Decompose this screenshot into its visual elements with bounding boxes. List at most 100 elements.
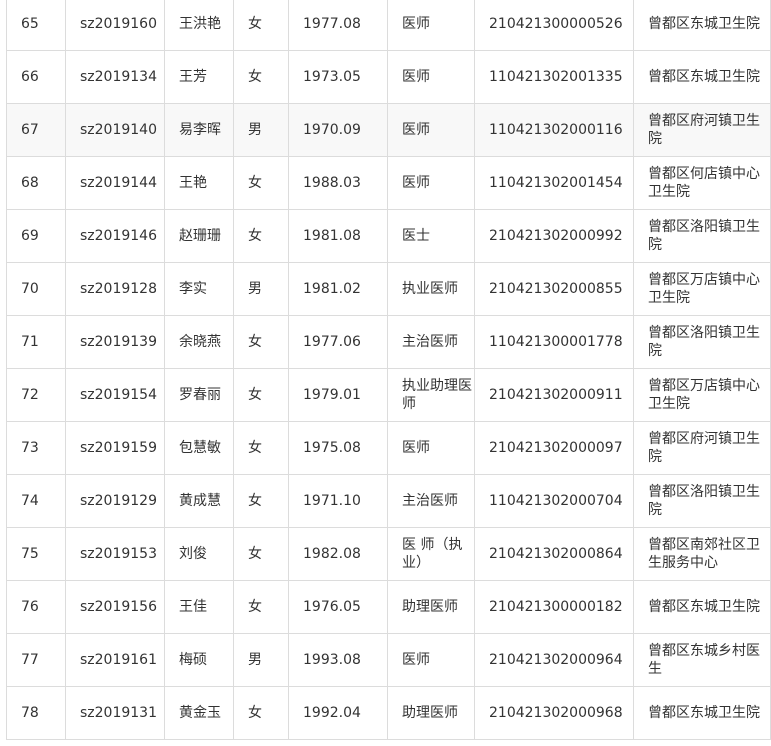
birth-cell: 1977.08 bbox=[288, 0, 388, 51]
cert-number-cell: 110421302000704 bbox=[474, 474, 634, 528]
birth-cell: 1979.01 bbox=[288, 368, 388, 422]
row-number-cell: 73 bbox=[6, 421, 66, 475]
birth-cell: 1975.08 bbox=[288, 421, 388, 475]
name-cell: 赵珊珊 bbox=[164, 209, 234, 263]
birth-cell: 1981.08 bbox=[288, 209, 388, 263]
cert-number-cell: 210421302000964 bbox=[474, 633, 634, 687]
sex-cell: 女 bbox=[233, 580, 289, 634]
title-cell: 医师 bbox=[387, 50, 475, 104]
unit-cell: 曾都区南郊社区卫生服务中心 bbox=[633, 527, 771, 581]
sex-cell: 男 bbox=[233, 262, 289, 316]
title-cell: 医师 bbox=[387, 156, 475, 210]
name-cell: 王芳 bbox=[164, 50, 234, 104]
birth-cell: 1976.05 bbox=[288, 580, 388, 634]
table-row: 74 sz2019129 黄成慧女 1971.10 主治医师 11042130200070… bbox=[6, 474, 771, 528]
row-number-cell: 69 bbox=[6, 209, 66, 263]
code-cell: sz2019140 bbox=[65, 103, 165, 157]
unit-cell: 曾都区洛阳镇卫生院 bbox=[633, 474, 771, 528]
row-number-cell: 75 bbox=[6, 527, 66, 581]
unit-cell: 曾都区洛阳镇卫生院 bbox=[633, 315, 771, 369]
title-cell: 医师 bbox=[387, 0, 475, 51]
cert-number-cell: 210421302000097 bbox=[474, 421, 634, 475]
name-cell: 刘俊 bbox=[164, 527, 234, 581]
birth-cell: 1982.08 bbox=[288, 527, 388, 581]
sex-cell: 女 bbox=[233, 0, 289, 51]
cert-number-cell: 210421300000526 bbox=[474, 0, 634, 51]
row-number-cell: 76 bbox=[6, 580, 66, 634]
row-number-cell: 74 bbox=[6, 474, 66, 528]
unit-cell: 曾都区东城卫生院 bbox=[633, 50, 771, 104]
unit-cell: 曾都区东城卫生院 bbox=[633, 686, 771, 740]
unit-cell: 曾都区东城卫生院 bbox=[633, 580, 771, 634]
row-number-cell: 67 bbox=[6, 103, 66, 157]
birth-cell: 1977.06 bbox=[288, 315, 388, 369]
name-cell: 罗春丽 bbox=[164, 368, 234, 422]
table-row: 67 sz2019140 易李晖男 1970.09 医师 110421302000116 曾… bbox=[6, 103, 771, 157]
code-cell: sz2019134 bbox=[65, 50, 165, 104]
cert-number-cell: 110421302000116 bbox=[474, 103, 634, 157]
title-cell: 医师 bbox=[387, 103, 475, 157]
table-body: 65 sz2019160 王洪艳女 1977.08 医师 210421300000526 曾… bbox=[6, 0, 771, 740]
birth-cell: 1971.10 bbox=[288, 474, 388, 528]
title-cell: 医师 bbox=[387, 633, 475, 687]
row-number-cell: 70 bbox=[6, 262, 66, 316]
table-row: 76 sz2019156 王佳女 1976.05 助理医师 210421300000182… bbox=[6, 580, 771, 634]
code-cell: sz2019146 bbox=[65, 209, 165, 263]
cert-number-cell: 210421302000968 bbox=[474, 686, 634, 740]
title-cell: 助理医师 bbox=[387, 686, 475, 740]
code-cell: sz2019159 bbox=[65, 421, 165, 475]
name-cell: 黄成慧 bbox=[164, 474, 234, 528]
code-cell: sz2019129 bbox=[65, 474, 165, 528]
code-cell: sz2019156 bbox=[65, 580, 165, 634]
table-row: 71 sz2019139 余晓燕女 1977.06 主治医师 11042130000177… bbox=[6, 315, 771, 369]
table-row: 72 sz2019154 罗春丽女 1979.01 执业助理医师 210421302000… bbox=[6, 368, 771, 422]
table-row: 65 sz2019160 王洪艳女 1977.08 医师 210421300000526 曾… bbox=[6, 0, 771, 51]
name-cell: 包慧敏 bbox=[164, 421, 234, 475]
table-row: 75 sz2019153 刘俊女 1982.08 医 师（执业） 210421302000… bbox=[6, 527, 771, 581]
name-cell: 梅硕 bbox=[164, 633, 234, 687]
row-number-cell: 68 bbox=[6, 156, 66, 210]
birth-cell: 1973.05 bbox=[288, 50, 388, 104]
name-cell: 李实 bbox=[164, 262, 234, 316]
title-cell: 主治医师 bbox=[387, 474, 475, 528]
table-row: 70 sz2019128 李实男 1981.02 执业医师 210421302000855… bbox=[6, 262, 771, 316]
birth-cell: 1993.08 bbox=[288, 633, 388, 687]
cert-number-cell: 210421302000992 bbox=[474, 209, 634, 263]
unit-cell: 曾都区洛阳镇卫生院 bbox=[633, 209, 771, 263]
unit-cell: 曾都区万店镇中心卫生院 bbox=[633, 368, 771, 422]
code-cell: sz2019131 bbox=[65, 686, 165, 740]
code-cell: sz2019161 bbox=[65, 633, 165, 687]
unit-cell: 曾都区东城卫生院 bbox=[633, 0, 771, 51]
title-cell: 助理医师 bbox=[387, 580, 475, 634]
table-row: 77 sz2019161 梅硕男 1993.08 医师 210421302000964 曾都… bbox=[6, 633, 771, 687]
title-cell: 医 师（执业） bbox=[387, 527, 475, 581]
code-cell: sz2019128 bbox=[65, 262, 165, 316]
cert-number-cell: 210421300000182 bbox=[474, 580, 634, 634]
sex-cell: 女 bbox=[233, 368, 289, 422]
title-cell: 执业助理医师 bbox=[387, 368, 475, 422]
title-cell: 主治医师 bbox=[387, 315, 475, 369]
sex-cell: 女 bbox=[233, 50, 289, 104]
name-cell: 黄金玉 bbox=[164, 686, 234, 740]
cert-number-cell: 210421302000864 bbox=[474, 527, 634, 581]
sex-cell: 女 bbox=[233, 421, 289, 475]
birth-cell: 1992.04 bbox=[288, 686, 388, 740]
code-cell: sz2019144 bbox=[65, 156, 165, 210]
sex-cell: 女 bbox=[233, 315, 289, 369]
table-row: 73 sz2019159 包慧敏女 1975.08 医师 210421302000097 曾… bbox=[6, 421, 771, 475]
row-number-cell: 65 bbox=[6, 0, 66, 51]
row-number-cell: 72 bbox=[6, 368, 66, 422]
sex-cell: 女 bbox=[233, 156, 289, 210]
birth-cell: 1988.03 bbox=[288, 156, 388, 210]
cert-number-cell: 210421302000911 bbox=[474, 368, 634, 422]
sex-cell: 女 bbox=[233, 686, 289, 740]
cert-number-cell: 110421302001335 bbox=[474, 50, 634, 104]
cert-number-cell: 210421302000855 bbox=[474, 262, 634, 316]
unit-cell: 曾都区东城乡村医生 bbox=[633, 633, 771, 687]
unit-cell: 曾都区万店镇中心卫生院 bbox=[633, 262, 771, 316]
sex-cell: 女 bbox=[233, 527, 289, 581]
code-cell: sz2019160 bbox=[65, 0, 165, 51]
name-cell: 易李晖 bbox=[164, 103, 234, 157]
unit-cell: 曾都区府河镇卫生院 bbox=[633, 103, 771, 157]
cert-number-cell: 110421300001778 bbox=[474, 315, 634, 369]
